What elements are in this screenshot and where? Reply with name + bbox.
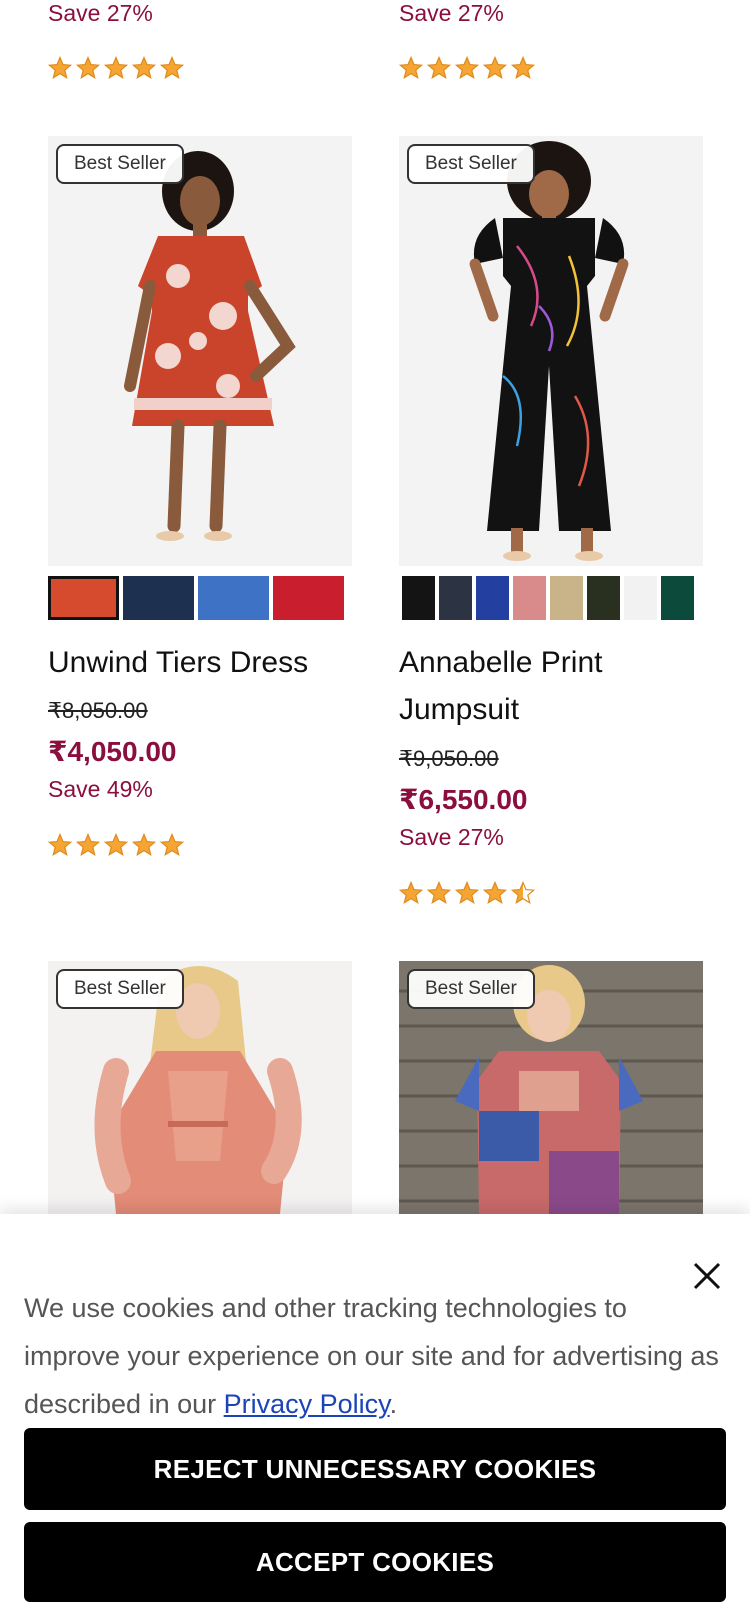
sale-price: ₹6,550.00 (399, 784, 528, 815)
star-icon (160, 833, 184, 856)
color-swatch[interactable] (439, 576, 472, 620)
star-icon (399, 56, 423, 79)
best-seller-badge: Best Seller (56, 969, 184, 1009)
star-icon (427, 881, 451, 904)
star-icon (76, 56, 100, 79)
cookie-message: We use cookies and other tracking techno… (24, 1284, 724, 1428)
star-icon (104, 56, 128, 79)
sale-price: ₹4,050.00 (48, 736, 177, 767)
star-icon (399, 881, 423, 904)
original-price: ₹8,050.00 (48, 698, 148, 723)
star-icon (455, 56, 479, 79)
color-swatch[interactable] (661, 576, 694, 620)
color-swatch[interactable] (550, 576, 583, 620)
save-label: Save 27% (399, 0, 504, 26)
save-label: Save 27% (48, 0, 153, 26)
color-swatches (48, 576, 348, 620)
star-icon (511, 881, 535, 904)
best-seller-badge: Best Seller (407, 144, 535, 184)
star-icon (455, 881, 479, 904)
product-image[interactable]: Best Seller (48, 136, 352, 566)
rating-stars (48, 56, 184, 80)
star-icon (104, 833, 128, 856)
color-swatches (402, 576, 698, 620)
accept-cookies-button[interactable]: ACCEPT COOKIES (24, 1522, 726, 1602)
star-icon (511, 56, 535, 79)
cookie-consent-banner: We use cookies and other tracking techno… (0, 1214, 750, 1624)
cookie-message-end: . (389, 1389, 398, 1419)
product-image[interactable]: Best Seller (399, 961, 703, 1214)
rating-stars (399, 881, 535, 905)
star-icon (48, 56, 72, 79)
product-image[interactable]: Best Seller (48, 961, 352, 1214)
star-icon (160, 56, 184, 79)
save-label: Save 49% (48, 776, 153, 802)
model-black-jumpsuit-photo (399, 136, 703, 566)
color-swatch[interactable] (198, 576, 269, 620)
star-icon (76, 833, 100, 856)
reject-cookies-button[interactable]: REJECT UNNECESSARY COOKIES (24, 1428, 726, 1510)
color-swatch[interactable] (624, 576, 657, 620)
model-red-floral-dress-photo (48, 136, 352, 566)
star-icon (483, 56, 507, 79)
color-swatch[interactable] (513, 576, 546, 620)
star-icon (427, 56, 451, 79)
color-swatch[interactable] (123, 576, 194, 620)
color-swatch[interactable] (273, 576, 344, 620)
best-seller-badge: Best Seller (407, 969, 535, 1009)
color-swatch[interactable] (587, 576, 620, 620)
product-name[interactable]: Unwind Tiers Dress (48, 639, 358, 686)
star-icon (132, 56, 156, 79)
best-seller-badge: Best Seller (56, 144, 184, 184)
privacy-policy-link[interactable]: Privacy Policy (224, 1389, 390, 1419)
color-swatch[interactable] (476, 576, 509, 620)
star-icon (483, 881, 507, 904)
save-label: Save 27% (399, 824, 504, 850)
star-icon (132, 833, 156, 856)
product-image[interactable]: Best Seller (399, 136, 703, 566)
color-swatch[interactable] (402, 576, 435, 620)
original-price: ₹9,050.00 (399, 746, 499, 771)
star-icon (48, 833, 72, 856)
rating-stars (399, 56, 535, 80)
rating-stars (48, 833, 184, 857)
color-swatch[interactable] (48, 576, 119, 620)
product-name[interactable]: Annabelle Print Jumpsuit (399, 639, 709, 733)
